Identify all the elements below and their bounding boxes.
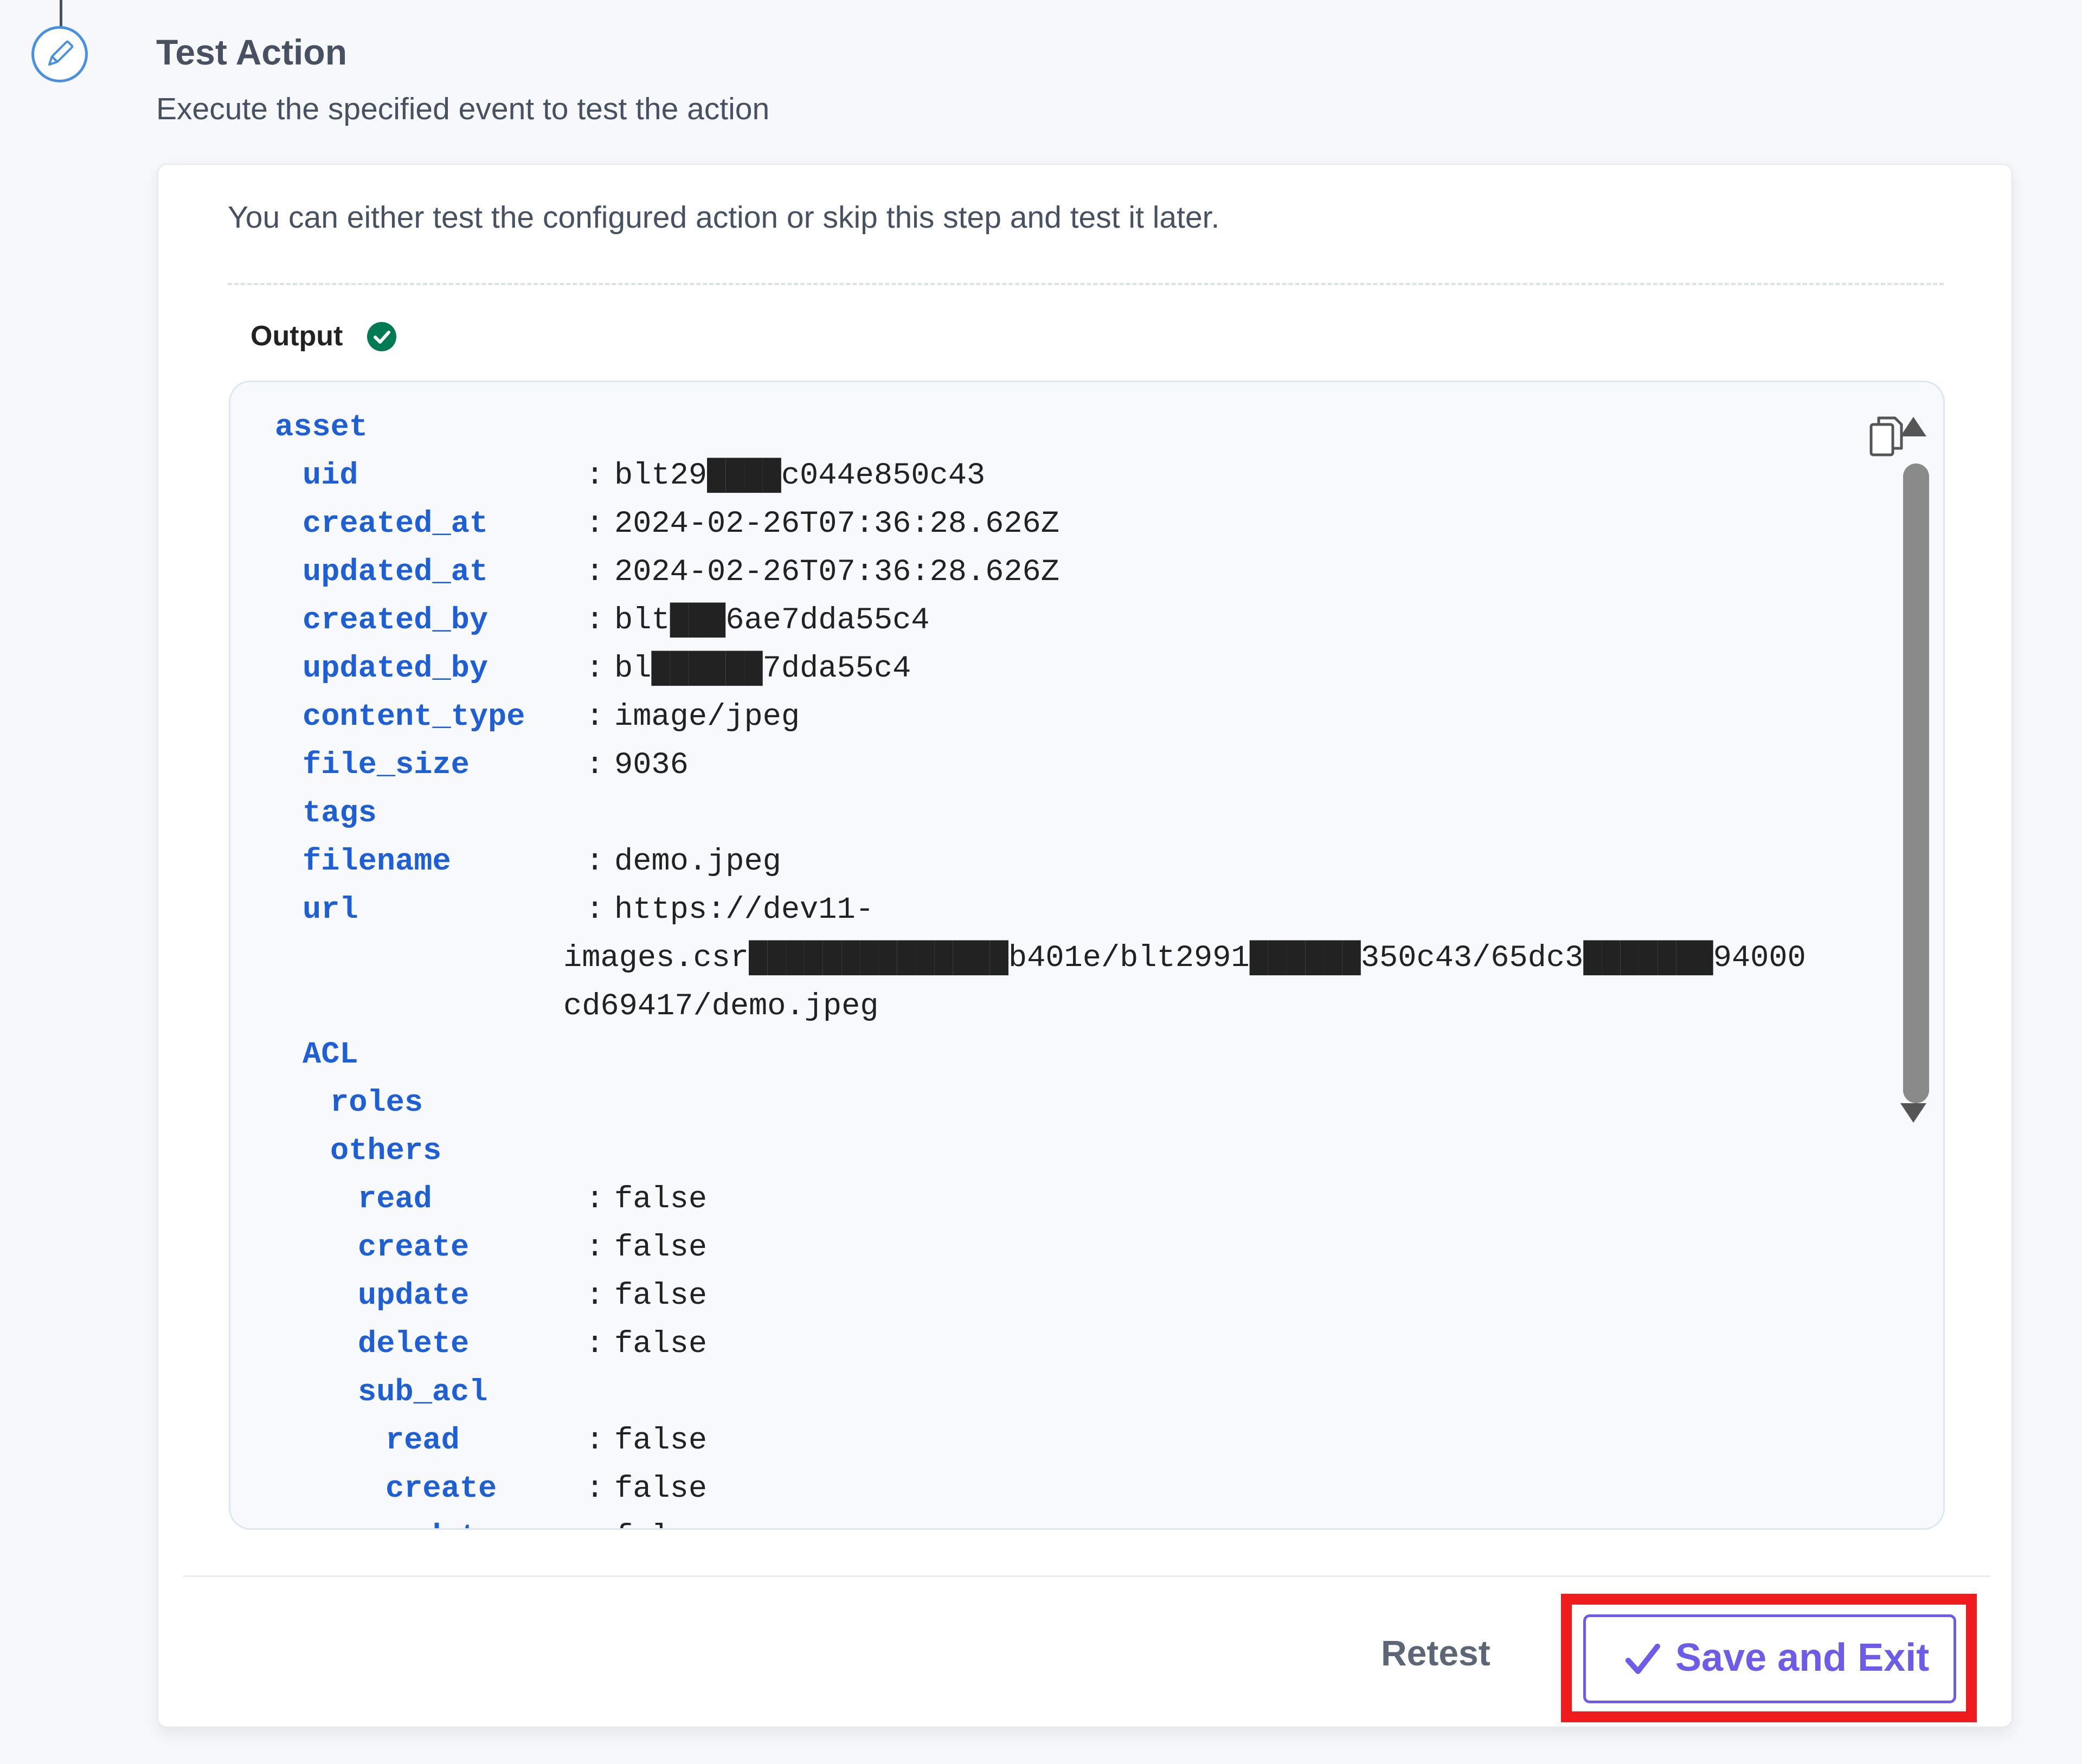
dashed-divider (228, 283, 1944, 285)
output-value-continuation: images.csr██████████████b401e/blt2991███… (563, 941, 1806, 976)
pencil-icon (31, 26, 88, 82)
output-key: roles (330, 1086, 423, 1121)
output-separator: : (586, 1279, 605, 1314)
output-line: cd69417/demo.jpeg (230, 989, 1803, 1033)
output-line: created_by: blt███6ae7dda55c4 (230, 603, 1803, 647)
output-line: uid: blt29████c044e850c43 (230, 459, 1803, 502)
output-line: url: https://dev11- (230, 893, 1803, 936)
output-separator: : (586, 1327, 605, 1362)
output-value: blt29████c044e850c43 (614, 459, 986, 493)
save-and-exit-label: Save and Exit (1675, 1636, 1930, 1679)
output-value: false (614, 1182, 708, 1217)
output-key: others (330, 1134, 442, 1169)
output-label: Output (250, 320, 343, 352)
save-and-exit-button[interactable]: Save and Exit (1583, 1614, 1956, 1703)
output-line: sub_acl (230, 1375, 1803, 1419)
output-line: create: false (230, 1472, 1803, 1515)
output-line: read: false (230, 1424, 1803, 1467)
scroll-up-arrow-icon[interactable] (1897, 414, 1930, 441)
output-value: https://dev11- (614, 893, 874, 928)
output-line: content_type: image/jpeg (230, 700, 1803, 743)
output-value-continuation: cd69417/demo.jpeg (563, 989, 879, 1024)
output-key: sub_acl (358, 1375, 488, 1410)
output-separator: : (586, 555, 605, 590)
output-value: 2024-02-26T07:36:28.626Z (614, 507, 1059, 542)
output-key: url (303, 893, 358, 928)
output-key: updated_at (303, 555, 489, 590)
output-value: demo.jpeg (614, 845, 781, 879)
output-separator: : (586, 1520, 604, 1528)
output-key: created_by (303, 603, 489, 638)
output-line: file_size:9036 (230, 748, 1803, 791)
output-key: update (358, 1279, 470, 1314)
output-line: roles (230, 1086, 1803, 1129)
output-value: false (614, 1520, 707, 1528)
output-value: blt███6ae7dda55c4 (614, 603, 930, 638)
output-key: read (358, 1182, 432, 1217)
output-separator: : (586, 652, 605, 686)
output-separator: : (586, 893, 605, 928)
test-action-card: You can either test the configured actio… (157, 164, 2013, 1728)
output-value: image/jpeg (614, 700, 800, 735)
output-line: images.csr██████████████b401e/blt2991███… (230, 941, 1806, 984)
output-separator: : (586, 1231, 605, 1265)
output-line: ACL (230, 1038, 1803, 1081)
output-line: created_at:2024-02-26T07:36:28.626Z (230, 507, 1803, 550)
output-value: 2024-02-26T07:36:28.626Z (614, 555, 1059, 590)
output-separator: : (586, 1472, 605, 1507)
output-key: updated_by (303, 652, 489, 686)
output-line: others (230, 1134, 1803, 1177)
output-line: delete: false (230, 1327, 1803, 1370)
output-value: false (614, 1424, 708, 1458)
output-key: content_type (303, 700, 525, 735)
output-key: asset (275, 410, 368, 445)
step-timeline-line (60, 0, 62, 27)
scrollbar-thumb[interactable] (1903, 463, 1929, 1103)
output-key: tags (303, 796, 377, 831)
output-key: read (385, 1424, 460, 1458)
output-panel[interactable]: asset uid: blt29████c044e850c43 created_at:… (229, 381, 1945, 1530)
output-key: delete (358, 1327, 470, 1362)
output-line: asset (230, 410, 1803, 454)
output-line: create: false (230, 1231, 1803, 1274)
output-value: false (614, 1279, 708, 1314)
output-key: created_at (303, 507, 489, 542)
check-circle-icon (367, 322, 396, 351)
output-line: tags (230, 796, 1803, 840)
output-value: 9036 (614, 748, 689, 783)
output-line: read: false (230, 1182, 1803, 1226)
retest-button[interactable]: Retest (1381, 1628, 1490, 1677)
output-value: false (614, 1472, 708, 1507)
output-line: update: false (230, 1520, 1803, 1528)
output-separator: : (586, 507, 605, 542)
output-key: filename (303, 845, 451, 879)
output-value: bl██████7dda55c4 (614, 652, 911, 686)
output-key: update (385, 1520, 497, 1528)
output-line: updated_at:2024-02-26T07:36:28.626Z (230, 555, 1803, 598)
scroll-down-arrow-icon[interactable] (1897, 1099, 1930, 1126)
step-title: Test Action (156, 32, 348, 72)
output-separator: : (586, 1182, 605, 1217)
card-intro-text: You can either test the configured actio… (228, 200, 1220, 235)
output-code: asset uid: blt29████c044e850c43 created_at:… (230, 382, 1943, 1528)
output-line: filename: demo.jpeg (230, 845, 1803, 888)
output-value: false (614, 1327, 708, 1362)
checkmark-icon (1625, 1644, 1660, 1674)
output-separator: : (586, 459, 605, 493)
output-key: uid (303, 459, 358, 493)
output-separator: : (586, 748, 605, 783)
footer-divider (183, 1575, 1990, 1577)
output-key: file_size (303, 748, 470, 783)
output-line: update: false (230, 1279, 1803, 1322)
output-separator: : (586, 603, 605, 638)
output-separator: : (586, 700, 605, 735)
output-key: create (358, 1231, 470, 1265)
output-key: create (385, 1472, 497, 1507)
output-value: false (614, 1231, 708, 1265)
output-separator: : (586, 1424, 605, 1458)
output-separator: : (586, 845, 605, 879)
step-subtitle: Execute the specified event to test the … (156, 92, 770, 126)
output-key: ACL (303, 1038, 358, 1072)
output-line: updated_by: bl██████7dda55c4 (230, 652, 1803, 695)
